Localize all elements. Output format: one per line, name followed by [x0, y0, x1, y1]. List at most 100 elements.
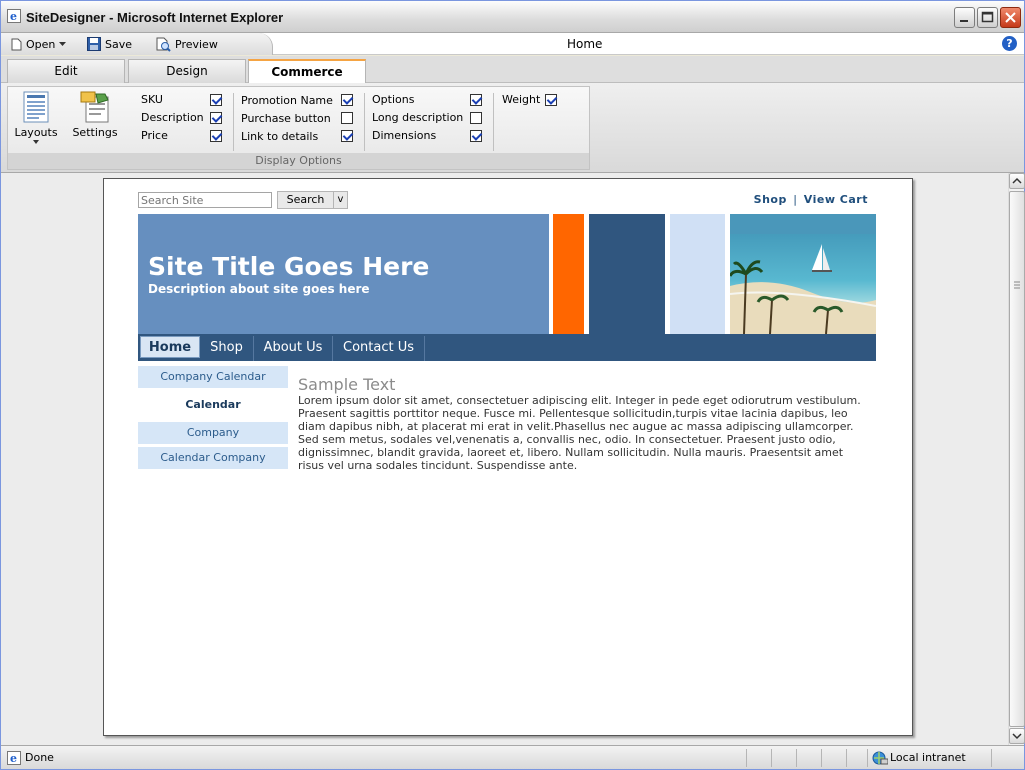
- banner-orange-strip: [553, 214, 584, 334]
- option-price-label: Price: [141, 129, 168, 142]
- ribbon-tabs: Edit Design Commerce: [1, 56, 1024, 84]
- status-divider: [796, 749, 797, 767]
- open-button[interactable]: Open: [11, 36, 67, 52]
- minimize-button[interactable]: [954, 7, 975, 28]
- status-divider: [771, 749, 772, 767]
- content-body: Lorem ipsum dolor sit amet, consectetuer…: [298, 394, 861, 472]
- beach-photo: [730, 214, 876, 334]
- tab-design[interactable]: Design: [128, 59, 246, 83]
- site-nav: Home Shop About Us Contact Us: [138, 334, 876, 361]
- option-link-to-details-label: Link to details: [241, 130, 319, 143]
- option-promotion-name-checkbox[interactable]: [341, 94, 353, 106]
- option-weight-checkbox[interactable]: [545, 94, 557, 106]
- status-text: Done: [25, 751, 54, 764]
- group-separator: [493, 93, 494, 151]
- search-dropdown-button[interactable]: v: [334, 191, 348, 209]
- scroll-thumb[interactable]: [1009, 191, 1025, 727]
- chevron-down-icon: [1012, 733, 1022, 740]
- option-options-label: Options: [372, 93, 415, 106]
- option-weight-label: Weight: [502, 93, 541, 106]
- option-purchase-button-label: Purchase button: [241, 112, 331, 125]
- layouts-label: Layouts: [14, 126, 58, 139]
- page-icon: e: [7, 751, 21, 765]
- option-purchase-button-checkbox[interactable]: [341, 112, 353, 124]
- current-page-label: Home: [567, 37, 603, 51]
- nav-shop[interactable]: Shop: [200, 336, 254, 361]
- preview-button[interactable]: Preview: [156, 36, 218, 52]
- subnav-calendar-company[interactable]: Calendar Company: [138, 447, 288, 469]
- status-divider: [867, 749, 868, 767]
- banner-light-strip: [670, 214, 725, 334]
- link-separator: |: [793, 193, 798, 206]
- tab-edit[interactable]: Edit: [7, 59, 125, 83]
- subnav-company-calendar[interactable]: Company Calendar: [138, 366, 288, 388]
- option-price-checkbox[interactable]: [210, 130, 222, 142]
- maximize-button[interactable]: [977, 7, 998, 28]
- ribbon: Layouts Settings SKU Description Price P…: [1, 83, 1024, 173]
- group-separator: [233, 93, 234, 151]
- option-description-checkbox[interactable]: [210, 112, 222, 124]
- layouts-icon: [23, 91, 49, 123]
- view-cart-link[interactable]: View Cart: [804, 193, 868, 206]
- display-options-group: Layouts Settings SKU Description Price P…: [7, 86, 590, 170]
- intranet-zone-icon: [872, 751, 888, 765]
- site-banner: Site Title Goes Here Description about s…: [138, 214, 549, 334]
- status-divider: [746, 749, 747, 767]
- site-search-input[interactable]: [138, 192, 272, 208]
- content-area: Sample Text Lorem ipsum dolor sit amet, …: [298, 375, 868, 472]
- site-description: Description about site goes here: [148, 282, 370, 296]
- help-icon[interactable]: ?: [1002, 36, 1017, 51]
- settings-button[interactable]: Settings: [70, 91, 120, 139]
- command-bar: Open Save Preview Home ?: [1, 33, 1024, 55]
- nav-home[interactable]: Home: [140, 336, 200, 358]
- browser-window: e SiteDesigner - Microsoft Internet Expl…: [0, 0, 1025, 770]
- site-preview: Search v Shop | View Cart Site Title Goe…: [103, 178, 913, 736]
- window-title: SiteDesigner - Microsoft Internet Explor…: [26, 10, 284, 25]
- status-divider: [821, 749, 822, 767]
- svg-text:e: e: [10, 752, 17, 765]
- status-divider: [991, 749, 992, 767]
- option-dimensions-label: Dimensions: [372, 129, 437, 142]
- status-bar: e Done Local intranet: [1, 745, 1024, 769]
- option-description-label: Description: [141, 111, 204, 124]
- maximize-icon: [981, 11, 994, 23]
- layouts-button[interactable]: Layouts: [11, 91, 61, 145]
- group-separator: [364, 93, 365, 151]
- option-long-description-label: Long description: [372, 111, 464, 124]
- option-sku-label: SKU: [141, 93, 163, 106]
- save-button[interactable]: Save: [87, 36, 132, 52]
- shop-link[interactable]: Shop: [754, 193, 787, 206]
- document-icon: [11, 38, 22, 50]
- security-zone: Local intranet: [890, 751, 966, 764]
- banner-dark-strip: [589, 214, 665, 334]
- command-group: Open Save Preview: [1, 33, 273, 55]
- scroll-down-button[interactable]: [1009, 728, 1025, 744]
- open-label: Open: [26, 37, 56, 51]
- ie-icon: e: [7, 9, 21, 23]
- settings-label: Settings: [72, 126, 118, 139]
- site-search-button[interactable]: Search: [277, 191, 334, 209]
- subnav-calendar[interactable]: Calendar: [138, 394, 288, 416]
- scroll-up-button[interactable]: [1009, 173, 1025, 189]
- vertical-scrollbar[interactable]: [1008, 173, 1025, 745]
- design-canvas: Search v Shop | View Cart Site Title Goe…: [1, 173, 1008, 745]
- svg-text:e: e: [10, 10, 17, 23]
- subnav-company[interactable]: Company: [138, 422, 288, 444]
- site-title: Site Title Goes Here: [148, 252, 430, 281]
- tab-commerce[interactable]: Commerce: [248, 59, 366, 84]
- close-button[interactable]: [1000, 7, 1021, 28]
- option-sku-checkbox[interactable]: [210, 94, 222, 106]
- settings-icon: [80, 91, 109, 123]
- save-label: Save: [105, 37, 133, 51]
- top-links: Shop | View Cart: [754, 193, 868, 206]
- option-options-checkbox[interactable]: [470, 94, 482, 106]
- grip-icon: [1014, 281, 1020, 289]
- floppy-disk-icon: [87, 37, 101, 51]
- option-link-to-details-checkbox[interactable]: [341, 130, 353, 142]
- option-long-description-checkbox[interactable]: [470, 112, 482, 124]
- option-dimensions-checkbox[interactable]: [470, 130, 482, 142]
- minimize-icon: [960, 20, 968, 22]
- nav-about-us[interactable]: About Us: [254, 336, 333, 361]
- nav-contact-us[interactable]: Contact Us: [333, 336, 425, 361]
- title-bar: e SiteDesigner - Microsoft Internet Expl…: [1, 1, 1024, 33]
